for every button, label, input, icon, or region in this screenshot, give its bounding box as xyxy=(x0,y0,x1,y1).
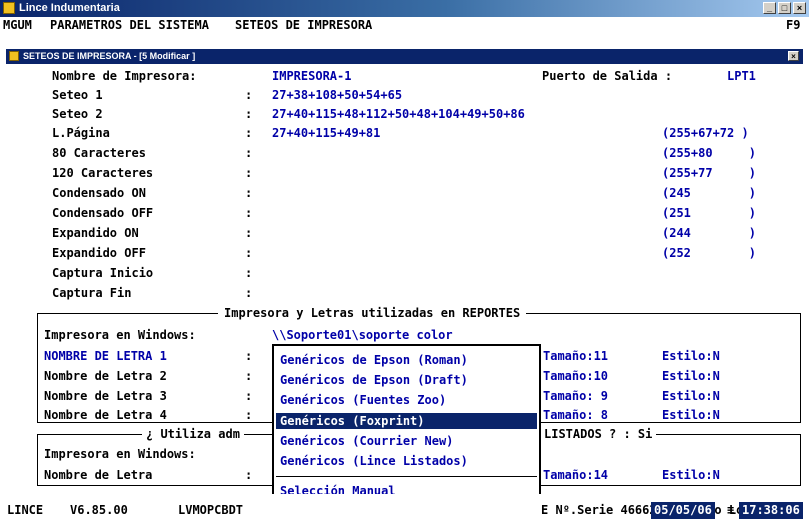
popup-option[interactable]: Genéricos (Courrier New) xyxy=(280,433,453,449)
row-colon: : xyxy=(245,286,253,300)
row-colon: : xyxy=(245,107,253,121)
maximize-icon[interactable]: □ xyxy=(778,2,791,14)
font2-style[interactable]: Estilo:N xyxy=(662,369,720,384)
row-colon: : xyxy=(245,206,253,220)
row-label: Condensado OFF xyxy=(52,206,154,220)
listados-size[interactable]: Tamaño:14 xyxy=(543,468,608,483)
hotkey-label: F9 xyxy=(786,18,801,32)
popup-option[interactable]: Genéricos de Epson (Draft) xyxy=(280,372,468,388)
font4-size[interactable]: Tamaño: 8 xyxy=(543,408,608,423)
row-colon: : xyxy=(245,186,253,200)
popup-option-selected[interactable]: Genéricos (Foxprint) xyxy=(276,413,537,429)
row-colon: : xyxy=(245,266,253,280)
listados-printer-label: Impresora en Windows: xyxy=(44,447,196,461)
listados-colon: : xyxy=(245,468,253,482)
status-separator: ≡ xyxy=(727,503,735,517)
font2-label: Nombre de Letra 2 xyxy=(44,369,167,383)
port-label: Puerto de Salida : xyxy=(542,69,673,83)
reports-printer-field[interactable]: \\Soporte01\soporte color xyxy=(272,328,453,343)
seteo1-field[interactable]: 27+38+108+50+54+65 xyxy=(272,88,402,103)
font3-label: Nombre de Letra 3 xyxy=(44,389,167,403)
row-colon: : xyxy=(245,166,253,180)
lpagina-code: (255+67+72 ) xyxy=(662,126,749,140)
popup-option[interactable]: Genéricos (Lince Listados) xyxy=(280,453,468,469)
status-version: V6.85.00 xyxy=(70,503,128,517)
font1-label: NOMBRE DE LETRA 1 xyxy=(44,349,167,363)
row-colon: : xyxy=(245,146,253,160)
dialog-title: SETEOS DE IMPRESORA - [5 Modificar ] xyxy=(23,51,196,61)
listados-title-left: ¿ Utiliza adm xyxy=(142,427,244,442)
row-label: Captura Inicio xyxy=(52,266,154,280)
condensado-on-code: (245 ) xyxy=(662,186,756,200)
menubar: MGUM PARAMETROS DEL SISTEMA SETEOS DE IM… xyxy=(0,17,809,32)
row-colon: : xyxy=(245,246,253,260)
row-label: Expandido ON xyxy=(52,226,139,240)
close-icon[interactable]: × xyxy=(793,2,806,14)
font4-label: Nombre de Letra 4 xyxy=(44,408,167,422)
row-label: Seteo 2 xyxy=(52,107,103,121)
row-label: L.Página xyxy=(52,126,110,140)
printer-name-label: Nombre de Impresora: xyxy=(52,69,197,83)
window-buttons: _ □ × xyxy=(763,2,806,14)
reports-title: Impresora y Letras utilizadas en REPORTE… xyxy=(218,306,527,321)
font3-size[interactable]: Tamaño: 9 xyxy=(543,389,608,404)
menu-item-parametros[interactable]: PARAMETROS DEL SISTEMA xyxy=(50,18,209,32)
font-colon: : xyxy=(245,349,253,363)
row-label: 80 Caracteres xyxy=(52,146,146,160)
font1-size[interactable]: Tamaño:11 xyxy=(543,349,608,364)
popup-option[interactable]: Genéricos (Fuentes Zoo) xyxy=(280,392,446,408)
condensado-off-code: (251 ) xyxy=(662,206,756,220)
expandido-on-code: (244 ) xyxy=(662,226,756,240)
popup-option[interactable]: Genéricos de Epson (Roman) xyxy=(280,352,468,368)
status-app: LINCE xyxy=(7,503,44,517)
font4-style[interactable]: Estilo:N xyxy=(662,408,720,423)
window-titlebar[interactable]: Lince Indumentaria _ □ × xyxy=(0,0,809,17)
popup-separator xyxy=(276,476,537,477)
font2-size[interactable]: Tamaño:10 xyxy=(543,369,608,384)
listados-title-right: LISTADOS ? : Si xyxy=(540,427,657,442)
row-label: Expandido OFF xyxy=(52,246,146,260)
row-colon: : xyxy=(245,226,253,240)
row-label: Condensado ON xyxy=(52,186,146,200)
font1-style[interactable]: Estilo:N xyxy=(662,349,720,364)
row-label: 120 Caracteres xyxy=(52,166,154,180)
dialog-close-icon[interactable]: × xyxy=(788,51,799,61)
seteo2-field[interactable]: 27+40+115+48+112+50+48+104+49+50+86 xyxy=(272,107,525,122)
row-colon: : xyxy=(245,88,253,102)
lpagina-field[interactable]: 27+40+115+49+81 xyxy=(272,126,380,141)
chars120-code: (255+77 ) xyxy=(662,166,756,180)
printer-name-field[interactable]: IMPRESORA-1 xyxy=(272,69,351,84)
chars80-code: (255+80 ) xyxy=(662,146,756,160)
dialog-titlebar[interactable]: SETEOS DE IMPRESORA - [5 Modificar ] × xyxy=(6,49,803,64)
window-title: Lince Indumentaria xyxy=(19,2,120,14)
status-date: 05/05/06 xyxy=(651,502,715,519)
port-field[interactable]: LPT1 xyxy=(727,69,756,84)
menu-item-seteos[interactable]: SETEOS DE IMPRESORA xyxy=(235,18,372,32)
font-colon: : xyxy=(245,408,253,422)
status-module: LVMOPCBDT xyxy=(178,503,244,517)
font-colon: : xyxy=(245,389,253,403)
listados-style[interactable]: Estilo:N xyxy=(662,468,720,483)
row-label: Seteo 1 xyxy=(52,88,103,102)
dialog-icon xyxy=(9,51,19,61)
listados-font-label: Nombre de Letra xyxy=(44,468,153,482)
statusbar: LINCE V6.85.00 LVMOPCBDT E Nº.Serie 4666… xyxy=(0,494,809,527)
row-colon: : xyxy=(245,126,253,140)
font-colon: : xyxy=(245,369,253,383)
menu-item-mgum[interactable]: MGUM xyxy=(3,18,32,32)
expandido-off-code: (252 ) xyxy=(662,246,756,260)
font3-style[interactable]: Estilo:N xyxy=(662,389,720,404)
font-selection-popup: Genéricos de Epson (Roman) Genéricos de … xyxy=(272,344,541,507)
app-icon xyxy=(3,2,15,14)
reports-printer-label: Impresora en Windows: xyxy=(44,328,196,342)
minimize-icon[interactable]: _ xyxy=(763,2,776,14)
status-time: 17:38:06 xyxy=(739,502,803,519)
row-label: Captura Fin xyxy=(52,286,132,300)
